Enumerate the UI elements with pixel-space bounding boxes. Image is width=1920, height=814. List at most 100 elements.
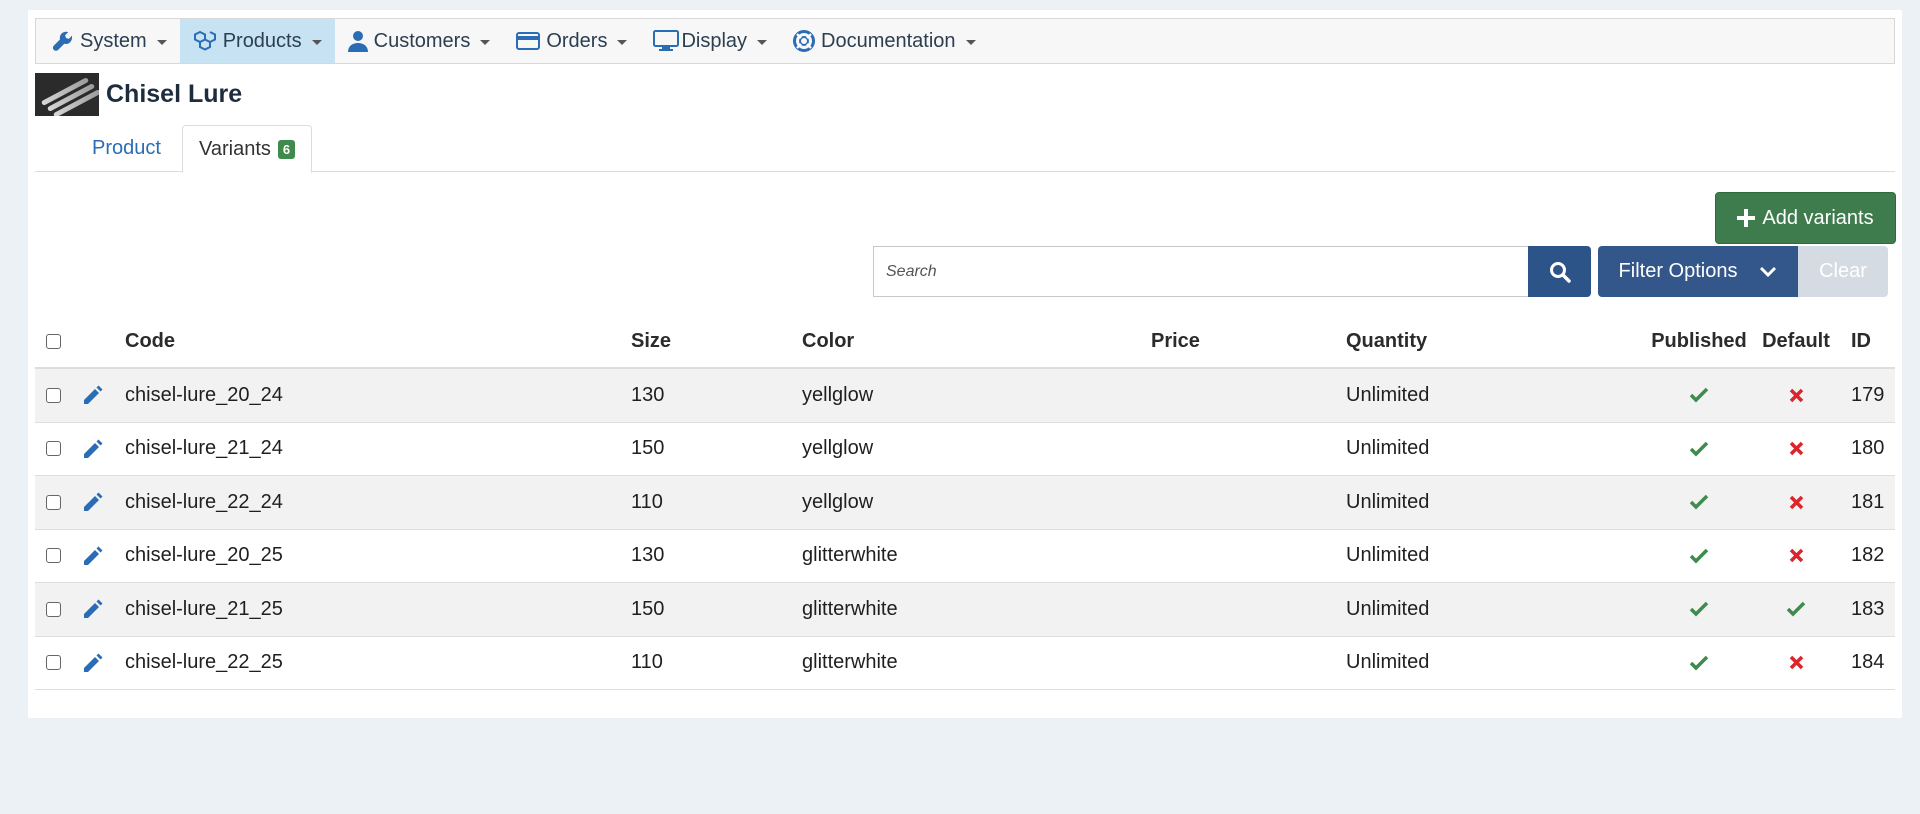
cell-size: 150: [631, 597, 665, 620]
header-quantity[interactable]: Quantity: [1346, 316, 1427, 367]
filter-options-button[interactable]: Filter Options: [1598, 246, 1798, 297]
top-navbar: System Products Customers Orders Display…: [35, 18, 1895, 64]
caret-down-icon: [757, 39, 768, 45]
nav-label: Customers: [373, 29, 471, 52]
edit-button[interactable]: [82, 423, 104, 476]
cell-code: chisel-lure_21_24: [125, 437, 283, 460]
nav-products[interactable]: Products: [179, 19, 335, 63]
check-icon: [1689, 655, 1709, 671]
cross-icon: [1789, 442, 1803, 456]
row-checkbox[interactable]: [46, 494, 61, 510]
row-select-cell: [46, 637, 61, 690]
header-size[interactable]: Size: [631, 316, 671, 367]
published-toggle[interactable]: [1651, 530, 1747, 583]
table-row: chisel-lure_20_24 130 yellglow Unlimited 179: [35, 369, 1895, 423]
table-row: chisel-lure_21_24 150 yellglow Unlimited 180: [35, 423, 1895, 476]
edit-button[interactable]: [82, 530, 104, 583]
default-toggle[interactable]: [1759, 423, 1833, 476]
table-body: chisel-lure_20_24 130 yellglow Unlimited 179…: [35, 369, 1895, 690]
nav-customers[interactable]: Customers: [335, 19, 504, 63]
published-toggle[interactable]: [1651, 637, 1747, 690]
nav-label: Products: [222, 29, 302, 52]
cell-color: yellglow: [802, 437, 874, 460]
nav-display[interactable]: Display: [640, 19, 780, 63]
row-checkbox[interactable]: [46, 441, 61, 457]
row-checkbox[interactable]: [46, 601, 61, 617]
product-tabs: Product Variants 6: [35, 125, 1895, 173]
add-variants-button[interactable]: Add variants: [1715, 192, 1896, 244]
default-toggle[interactable]: [1759, 583, 1833, 636]
row-select-cell: [46, 423, 61, 476]
cell-code: chisel-lure_21_25: [125, 597, 283, 620]
chevron-down-icon: [1760, 266, 1777, 277]
product-header: Chisel Lure: [35, 72, 242, 116]
header-published[interactable]: Published: [1651, 316, 1747, 367]
search-icon: [1549, 261, 1571, 283]
cell-quantity: Unlimited: [1346, 437, 1430, 460]
nav-documentation[interactable]: Documentation: [780, 19, 989, 63]
default-toggle[interactable]: [1759, 637, 1833, 690]
edit-button[interactable]: [82, 369, 104, 422]
select-all-checkbox[interactable]: [46, 334, 61, 349]
clear-button[interactable]: Clear: [1798, 246, 1888, 297]
row-checkbox[interactable]: [46, 387, 61, 403]
pencil-edit-icon: [84, 492, 103, 512]
cell-code: chisel-lure_20_24: [125, 383, 283, 406]
edit-button[interactable]: [82, 476, 104, 529]
cell-id: 182: [1851, 544, 1885, 567]
header-id[interactable]: ID: [1851, 316, 1871, 367]
edit-button[interactable]: [82, 583, 104, 636]
select-all-cell: [46, 316, 61, 367]
check-icon: [1689, 388, 1709, 403]
add-variants-label: Add variants: [1762, 206, 1874, 229]
cell-quantity: Unlimited: [1346, 544, 1430, 567]
published-toggle[interactable]: [1651, 583, 1747, 636]
tab-product[interactable]: Product: [92, 125, 161, 172]
product-thumbnail: [35, 72, 99, 116]
cross-icon: [1789, 656, 1803, 670]
tab-variants-label: Variants: [199, 137, 271, 160]
table-row: chisel-lure_20_25 130 glitterwhite Unlimite…: [35, 530, 1895, 583]
row-checkbox[interactable]: [46, 548, 61, 564]
row-select-cell: [46, 530, 61, 583]
default-toggle[interactable]: [1759, 369, 1833, 422]
table-header-row: Code Size Color Price Quantity Published…: [35, 316, 1895, 369]
row-checkbox[interactable]: [46, 655, 61, 671]
published-toggle[interactable]: [1651, 423, 1747, 476]
caret-down-icon: [965, 39, 976, 45]
nav-label: System: [80, 29, 147, 52]
cell-color: yellglow: [802, 490, 874, 513]
cell-code: chisel-lure_22_24: [125, 490, 283, 513]
variants-count-badge: 6: [277, 139, 296, 159]
header-code[interactable]: Code: [125, 316, 175, 367]
nav-orders[interactable]: Orders: [503, 19, 640, 63]
search-button[interactable]: [1528, 246, 1591, 297]
default-toggle[interactable]: [1759, 476, 1833, 529]
cell-code: chisel-lure_22_25: [125, 651, 283, 674]
wrench-icon: [52, 31, 73, 51]
published-toggle[interactable]: [1651, 476, 1747, 529]
caret-down-icon: [480, 39, 491, 45]
nav-label: Display: [681, 29, 748, 52]
row-select-cell: [46, 476, 61, 529]
cell-color: glitterwhite: [802, 544, 898, 567]
table-row: chisel-lure_21_25 150 glitterwhite Unlimite…: [35, 583, 1895, 637]
cubes-icon: [193, 30, 216, 51]
header-price[interactable]: Price: [1151, 316, 1200, 367]
search-input[interactable]: [873, 246, 1528, 297]
cell-quantity: Unlimited: [1346, 490, 1430, 513]
nav-system[interactable]: System: [39, 19, 180, 63]
default-toggle[interactable]: [1759, 530, 1833, 583]
pencil-edit-icon: [84, 653, 103, 672]
nav-label: Documentation: [821, 29, 956, 52]
cell-id: 180: [1851, 437, 1885, 460]
header-color[interactable]: Color: [802, 316, 854, 367]
cell-id: 184: [1851, 651, 1885, 674]
edit-button[interactable]: [82, 637, 104, 690]
check-icon: [1689, 548, 1709, 564]
variants-table: Code Size Color Price Quantity Published…: [35, 316, 1895, 690]
row-select-cell: [46, 369, 61, 422]
published-toggle[interactable]: [1651, 369, 1747, 422]
header-default[interactable]: Default: [1759, 316, 1833, 367]
tab-variants[interactable]: Variants 6: [182, 125, 313, 173]
